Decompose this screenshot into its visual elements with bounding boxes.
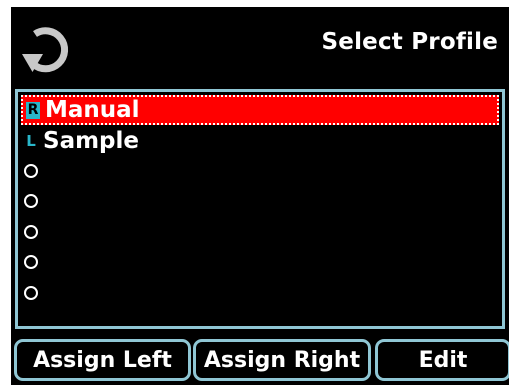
profile-row-empty[interactable]: [21, 186, 499, 216]
page-title: Select Profile: [321, 29, 498, 55]
back-arrow-icon[interactable]: [19, 20, 71, 76]
edit-button[interactable]: Edit: [375, 339, 509, 381]
empty-slot-circle-icon: [24, 225, 38, 239]
profile-row-empty[interactable]: [21, 217, 499, 247]
empty-slot-circle-icon: [24, 164, 38, 178]
assign-left-button[interactable]: Assign Left: [14, 339, 191, 381]
profile-row-manual[interactable]: R Manual: [21, 95, 499, 125]
profile-row-empty[interactable]: [21, 278, 499, 308]
empty-slot-circle-icon: [24, 255, 38, 269]
profile-row-sample[interactable]: L Sample: [21, 126, 499, 156]
profile-label: Sample: [43, 128, 139, 154]
profile-list: R Manual L Sample: [15, 89, 505, 329]
empty-slot-circle-icon: [24, 286, 38, 300]
profile-row-empty[interactable]: [21, 156, 499, 186]
device-screen: Select Profile R Manual L Sample: [11, 7, 509, 385]
right-assigned-badge: R: [26, 101, 40, 119]
empty-slot-circle-icon: [24, 194, 38, 208]
assign-right-button[interactable]: Assign Right: [193, 339, 371, 381]
profile-row-empty[interactable]: [21, 247, 499, 277]
profile-label: Manual: [45, 97, 140, 123]
left-assigned-badge: L: [26, 131, 36, 150]
